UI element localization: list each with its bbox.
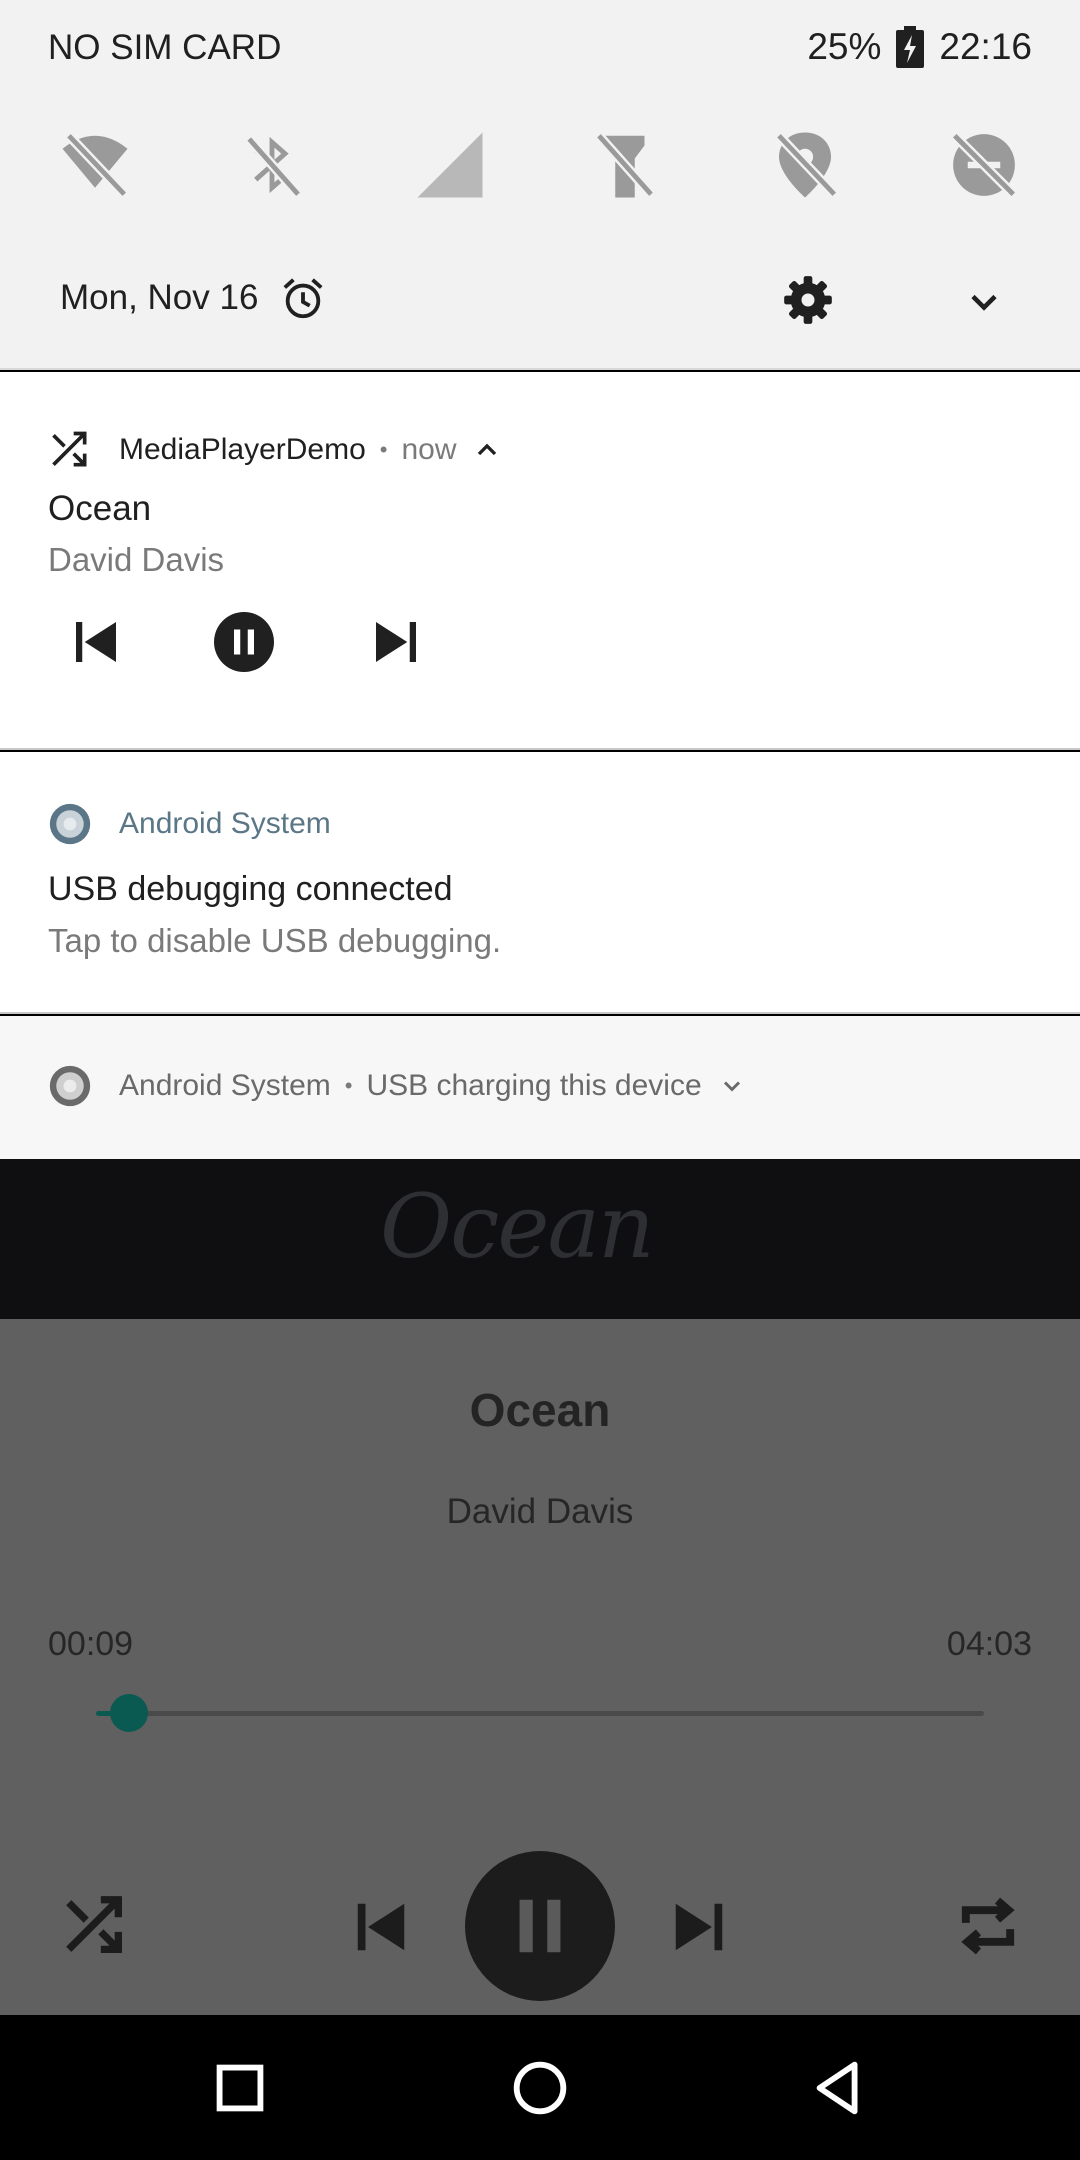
media-player-app: Ocean Ocean David Davis 00:09 04:03 [0, 1159, 1080, 2015]
back-icon[interactable] [805, 2053, 875, 2123]
usb-notification-header: Android System [48, 802, 331, 846]
android-system-icon [49, 803, 91, 845]
repeat-icon[interactable] [950, 1888, 1026, 1964]
usb-debugging-notification[interactable]: Android System USB debugging connected T… [0, 752, 1080, 1014]
date-label[interactable]: Mon, Nov 16 [60, 278, 258, 318]
usb-notification-title: USB debugging connected [48, 870, 453, 908]
data-saver-tile[interactable] [944, 120, 1024, 210]
separator-dot: • [379, 437, 388, 462]
elapsed-time: 00:09 [48, 1625, 134, 1663]
alarm-icon[interactable] [280, 276, 326, 322]
media-app-name: MediaPlayerDemo [119, 433, 366, 466]
shuffle-icon[interactable] [60, 1891, 130, 1961]
status-right: 25% 22:16 [807, 26, 1032, 68]
media-notification[interactable]: MediaPlayerDemo • now Ocean David Davis [0, 372, 1080, 750]
navigation-bar [0, 2015, 1080, 2160]
media-notification-time: now [401, 433, 457, 466]
usb-notification-text: Tap to disable USB debugging. [48, 922, 502, 959]
bluetooth-tile[interactable] [232, 120, 312, 210]
pause-icon[interactable] [214, 612, 274, 672]
usb-charging-notification[interactable]: Android System • USB charging this devic… [0, 1016, 1080, 1159]
seek-bar[interactable] [96, 1694, 984, 1732]
clock: 22:16 [939, 26, 1032, 67]
media-notification-title: Ocean [48, 489, 152, 528]
location-tile[interactable] [765, 120, 845, 210]
album-art: Ocean [0, 1159, 1080, 1319]
flashlight-off-icon [595, 132, 655, 198]
charging-notification-text: USB charging this device [366, 1069, 702, 1102]
wifi-off-icon [62, 132, 128, 198]
charging-app-name: Android System [119, 1069, 331, 1102]
signal-icon [417, 132, 483, 198]
chevron-down-icon[interactable] [962, 280, 1006, 324]
data-saver-off-icon [951, 132, 1017, 198]
battery-charging-icon [896, 26, 925, 68]
android-system-icon [49, 1065, 91, 1107]
play-pause-button[interactable] [465, 1851, 615, 2001]
recents-icon[interactable] [205, 2053, 275, 2123]
bluetooth-off-icon [245, 135, 302, 198]
charging-notification-header: Android System • USB charging this devic… [48, 1064, 746, 1108]
location-off-icon [775, 132, 838, 198]
home-icon[interactable] [505, 2053, 575, 2123]
usb-app-name: Android System [119, 807, 331, 840]
previous-icon[interactable] [66, 612, 126, 672]
separator-dot: • [344, 1073, 353, 1098]
wifi-tile[interactable] [55, 120, 135, 210]
media-notification-artist: David Davis [48, 541, 225, 578]
chevron-up-icon[interactable] [471, 434, 503, 466]
track-title: Ocean [469, 1384, 611, 1436]
quick-tiles [0, 120, 1080, 210]
shuffle-icon [52, 431, 87, 467]
media-notification-header: MediaPlayerDemo • now [48, 428, 503, 472]
settings-gear-icon[interactable] [782, 274, 834, 326]
flashlight-tile[interactable] [585, 120, 665, 210]
next-icon[interactable] [366, 612, 426, 672]
pause-icon [519, 1899, 561, 1953]
chevron-down-icon[interactable] [718, 1072, 746, 1100]
track-artist: David Davis [446, 1492, 634, 1531]
album-art-text: Ocean [380, 1175, 655, 1278]
total-time: 04:03 [946, 1625, 1032, 1663]
next-icon[interactable] [668, 1896, 730, 1958]
seek-thumb[interactable] [109, 1694, 148, 1732]
previous-icon[interactable] [350, 1896, 412, 1958]
battery-percent: 25% [807, 26, 882, 67]
carrier-label: NO SIM CARD [48, 28, 282, 67]
screen: NO SIM CARD 25% 22:16 Mon, Nov 16 MediaP… [0, 0, 1080, 2160]
quick-settings-panel: NO SIM CARD 25% 22:16 Mon, Nov 16 [0, 0, 1080, 370]
mobile-data-tile[interactable] [410, 120, 490, 210]
